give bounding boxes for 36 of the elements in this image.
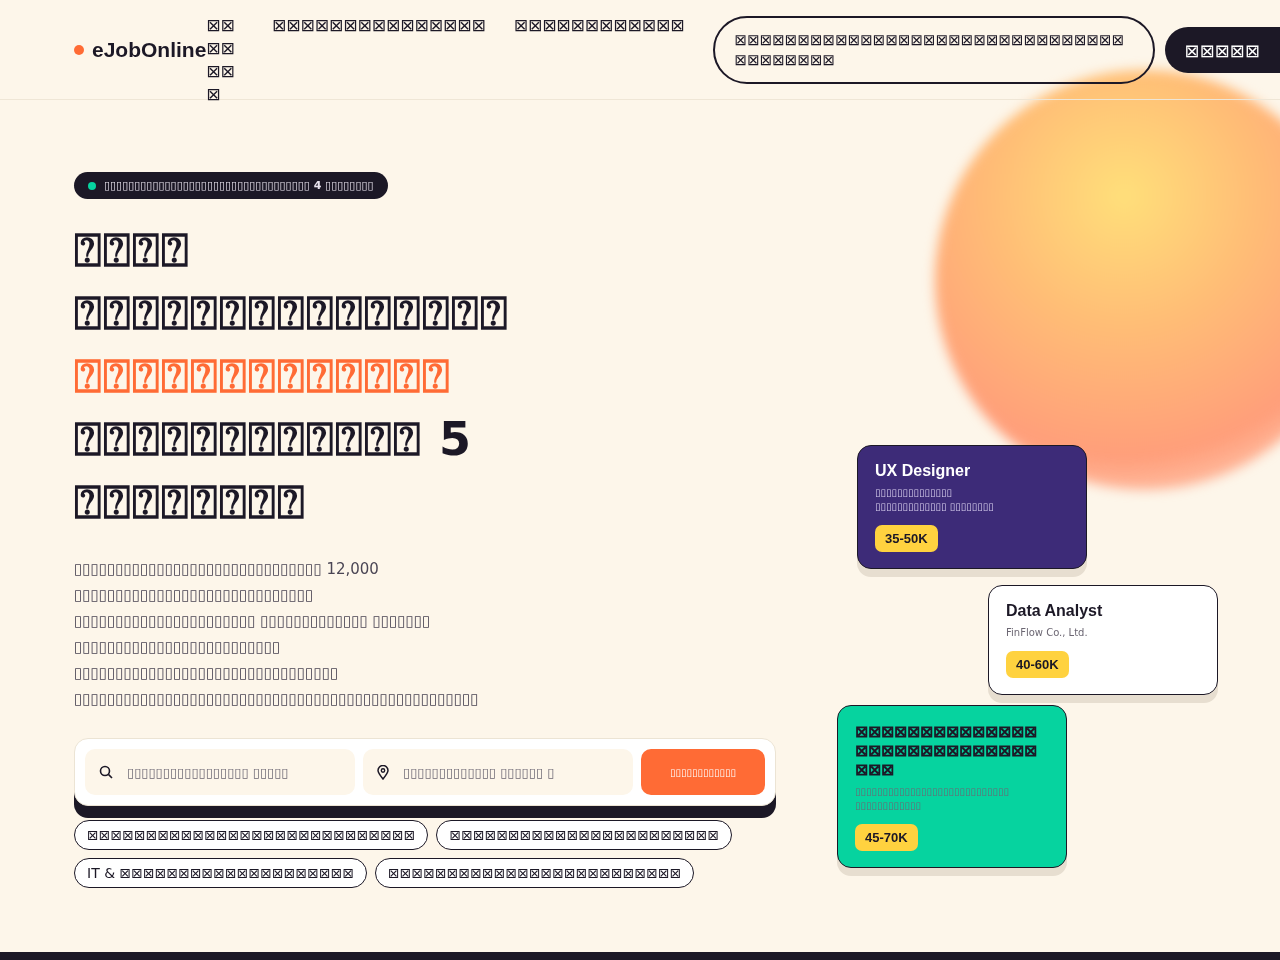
- dark-button[interactable]: ⊠⊠⊠⊠⊠: [1164, 27, 1280, 73]
- job-title: Data Analyst: [1006, 602, 1103, 620]
- company-name: ▯▯▯▯▯▯▯▯▯▯▯▯▯▯: [875, 487, 953, 498]
- description: ▯▯▯▯▯▯▯▯▯▯▯▯▯▯▯▯▯▯▯▯▯▯▯▯▯▯▯▯▯▯ 12,000 ▯▯▯▯▯▯▯▯▯▯▯▯▯▯▯▯▯▯▯▯▯▯▯▯▯▯▯▯▯ ▯▯▯▯▯▯▯▯▯▯▯▯▯▯▯▯▯▯▯▯▯▯ ▯▯▯▯▯▯▯▯▯▯▯▯▯ ▯▯▯▯▯▯▯ ▯▯▯▯▯▯▯▯▯▯▯▯▯▯▯▯▯▯▯▯▯▯▯▯▯ ▯▯▯▯▯▯▯▯▯▯▯▯▯▯▯▯▯▯▯▯▯▯▯▯▯▯▯▯▯▯▯▯ ▯▯▯▯▯▯▯▯▯▯▯▯▯▯▯▯▯▯▯▯▯▯▯▯▯▯▯▯▯▯▯▯▯▯▯▯▯▯▯▯▯▯▯▯▯▯▯▯▯: [74, 559, 480, 710]
- headline-line: ⍰⍰⍰⍰⍰⍰⍰⍰⍰⍰⍰⍰⍰⍰⍰: [74, 285, 510, 342]
- job-title: ⊠⊠⊠⊠⊠⊠⊠⊠⊠⊠⊠⊠⊠⊠⊠⊠⊠⊠⊠⊠⊠⊠⊠⊠⊠⊠⊠⊠⊠⊠⊠: [855, 722, 1038, 779]
- logo-dot-icon: [74, 45, 84, 55]
- salary-badge: 40-60K: [1006, 651, 1069, 678]
- outline-button[interactable]: ⊠⊠⊠⊠⊠⊠⊠⊠⊠⊠⊠⊠⊠⊠⊠⊠⊠⊠⊠⊠⊠⊠⊠⊠⊠⊠⊠⊠⊠⊠⊠⊠⊠⊠⊠⊠⊠⊠⊠: [712, 16, 1155, 84]
- job-location: ▯▯▯▯▯▯▯▯▯▯▯▯▯ ▯▯▯▯▯▯▯▯: [875, 501, 994, 512]
- tag-chip[interactable]: ⊠⊠⊠⊠⊠⊠⊠⊠⊠⊠⊠⊠⊠⊠⊠⊠⊠⊠⊠⊠⊠⊠⊠⊠⊠: [375, 858, 695, 888]
- keyword-input[interactable]: ▯▯▯▯▯▯▯▯▯▯▯▯▯▯▯▯▯ ▯▯▯▯▯: [125, 763, 341, 781]
- job-title: UX Designer: [875, 462, 971, 480]
- tag-chip[interactable]: ⊠⊠⊠⊠⊠⊠⊠⊠⊠⊠⊠⊠⊠⊠⊠⊠⊠⊠⊠⊠⊠⊠⊠⊠⊠⊠⊠⊠: [74, 820, 429, 850]
- tag-chip[interactable]: ⊠⊠⊠⊠⊠⊠⊠⊠⊠⊠⊠⊠⊠⊠⊠⊠⊠⊠⊠⊠⊠⊠⊠: [436, 820, 733, 850]
- nav-link[interactable]: ⊠⊠⊠⊠⊠⊠⊠⊠⊠⊠⊠⊠: [513, 14, 685, 37]
- nav-link[interactable]: ⊠⊠⊠⊠⊠⊠⊠⊠⊠⊠⊠⊠⊠⊠⊠: [271, 14, 486, 37]
- tag-chip[interactable]: IT & ⊠⊠⊠⊠⊠⊠⊠⊠⊠⊠⊠⊠⊠⊠⊠⊠⊠⊠⊠⊠: [74, 858, 368, 888]
- status-dot-icon: [88, 181, 96, 190]
- badge-text: ▯▯▯▯▯▯▯▯▯▯▯▯▯▯▯▯▯▯▯▯▯▯▯▯▯▯▯▯▯▯▯▯▯▯ 4 ▯▯▯▯▯▯▯▯: [104, 179, 374, 192]
- headline-line: ⍰⍰⍰⍰⍰⍰⍰⍰⍰⍰⍰⍰⍰: [74, 348, 452, 405]
- location-pin-icon: [377, 764, 389, 780]
- keyword-field[interactable]: ▯▯▯▯▯▯▯▯▯▯▯▯▯▯▯▯▯ ▯▯▯▯▯: [85, 749, 355, 795]
- job-location: ▯▯▯▯▯▯▯▯▯▯▯▯: [855, 800, 922, 811]
- company-name: FinFlow Co., Ltd.: [1006, 627, 1088, 638]
- salary-badge: 45-70K: [855, 824, 918, 851]
- salary-badge: 35-50K: [875, 525, 938, 552]
- headline-line: ⍰⍰⍰⍰⍰⍰⍰⍰⍰⍰⍰⍰ 5: [74, 411, 474, 468]
- company-name: ▯▯▯▯▯▯▯▯▯▯▯▯▯▯▯▯▯▯▯▯▯▯▯▯▯▯▯▯: [855, 786, 1010, 797]
- headline-line: ⍰⍰⍰⍰⍰⍰⍰⍰: [74, 474, 307, 531]
- logo: eJobOnline: [92, 38, 207, 62]
- location-field[interactable]: ▯▯▯▯▯▯▯▯▯▯▯▯▯ ▯▯▯▯▯▯ ▯: [363, 749, 633, 795]
- search-icon: [99, 765, 113, 779]
- headline-line: ⍰⍰⍰⍰: [74, 222, 191, 279]
- location-input[interactable]: ▯▯▯▯▯▯▯▯▯▯▯▯▯ ▯▯▯▯▯▯ ▯: [401, 763, 619, 781]
- nav-link[interactable]: ⊠⊠⊠⊠⊠⊠⊠: [206, 14, 244, 106]
